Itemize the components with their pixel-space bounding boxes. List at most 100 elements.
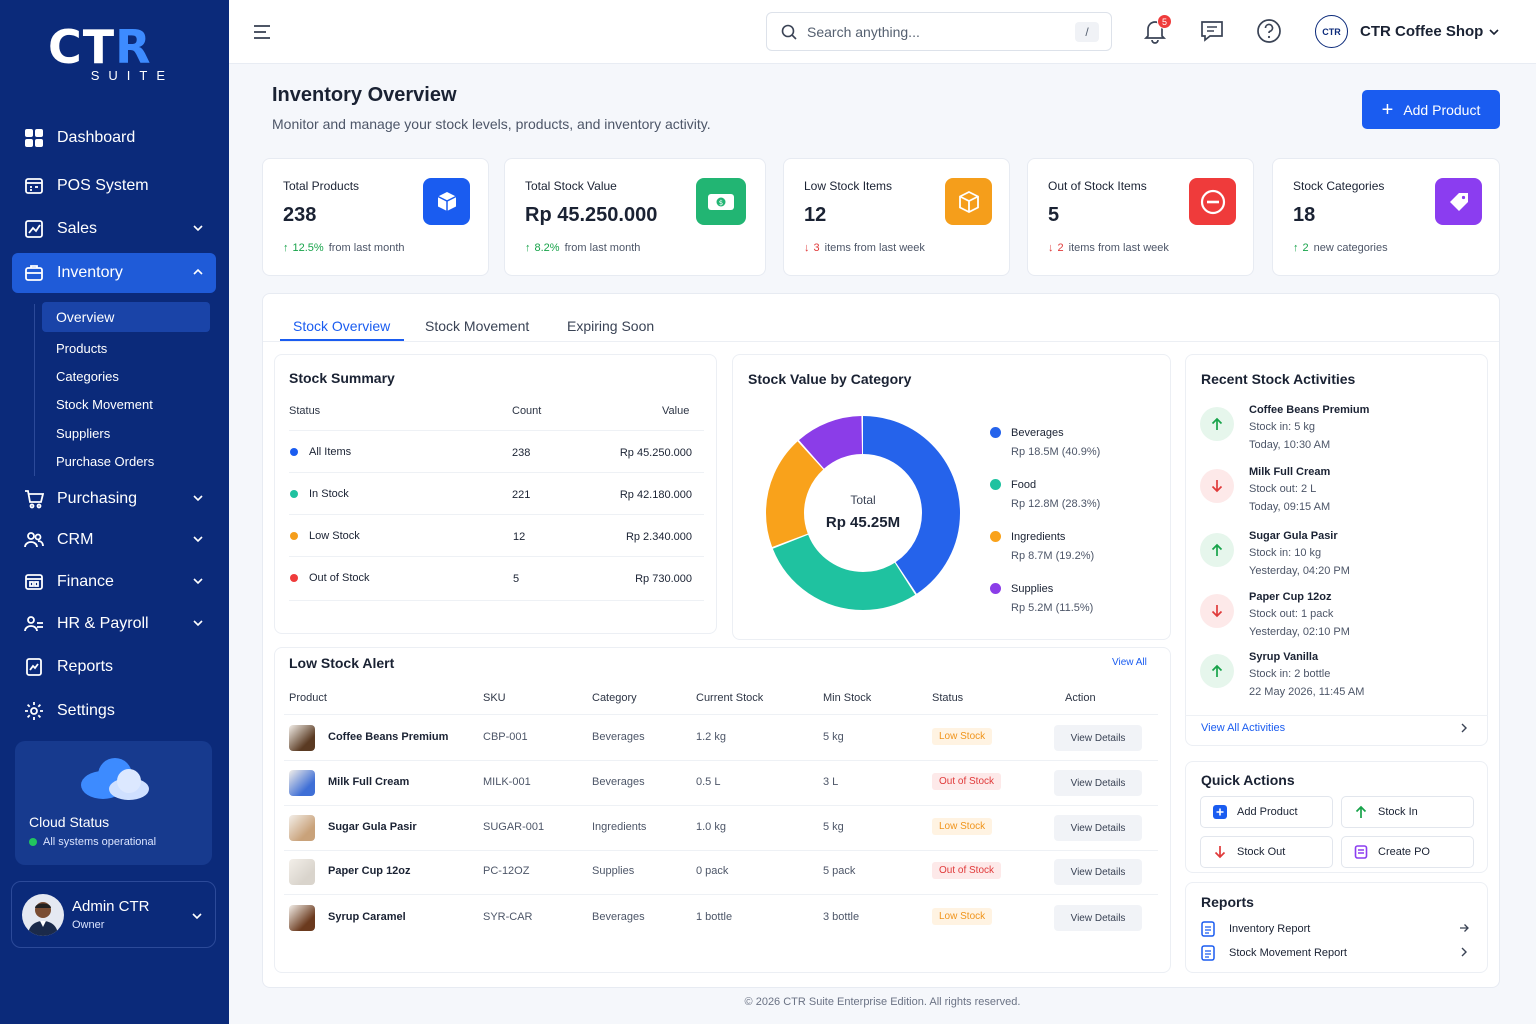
tab-expiring-soon[interactable]: Expiring Soon (567, 318, 654, 334)
chevron-right-icon[interactable] (1459, 947, 1469, 957)
hr-icon (24, 614, 44, 634)
footer-copyright: © 2026 CTR Suite Enterprise Edition. All… (744, 996, 1021, 1008)
arrow-down-icon: ↓ (1048, 242, 1054, 254)
cell-sku: CBP-001 (483, 731, 528, 743)
sales-icon (24, 219, 44, 239)
svg-text:$: $ (719, 199, 723, 207)
view-details-button[interactable]: View Details (1054, 815, 1142, 841)
sidebar-item-hr-payroll[interactable]: HR & Payroll (12, 604, 216, 644)
users-icon (24, 530, 44, 550)
sidebar-item-sales[interactable]: Sales (12, 209, 216, 249)
stat-value: 18 (1293, 204, 1316, 226)
tab-stock-movement[interactable]: Stock Movement (425, 318, 529, 334)
summary-value: Rp 45.250.000 (619, 447, 692, 459)
menu-icon[interactable] (253, 24, 271, 40)
view-details-button[interactable]: View Details (1054, 725, 1142, 751)
sidebar-item-pos-system[interactable]: POS System (12, 166, 216, 206)
help-icon[interactable] (1256, 18, 1282, 44)
user-profile[interactable]: Admin CTR Owner (11, 881, 216, 948)
arrow-right-icon[interactable] (1459, 923, 1469, 933)
low-stock-title: Low Stock Alert (289, 655, 395, 671)
shop-name[interactable]: CTR Coffee Shop (1360, 23, 1483, 40)
stock-summary-title: Stock Summary (289, 370, 395, 386)
logo-accent: R (115, 20, 152, 74)
tab-active-indicator (280, 339, 404, 341)
chevron-down-icon[interactable] (1488, 26, 1500, 38)
sidebar-item-reports[interactable]: Reports (12, 647, 216, 687)
col-header-status: Status (289, 405, 321, 417)
row-divider (289, 430, 704, 431)
stat-trend: ↑ 8.2% from last month (525, 242, 640, 254)
submenu-line (34, 304, 35, 476)
page-subtitle: Monitor and manage your stock levels, pr… (272, 116, 711, 132)
chevron-right-icon[interactable] (1459, 723, 1469, 733)
sidebar-subitem-products[interactable]: Products (42, 333, 210, 363)
sidebar-item-finance[interactable]: Finance (12, 562, 216, 602)
activity-detail: Stock out: 2 L (1249, 483, 1317, 495)
col-header-category: Category (592, 692, 637, 704)
sidebar-subitem-stock-movement[interactable]: Stock Movement (42, 389, 210, 419)
status-badge: Out of Stock (932, 773, 1002, 790)
view-details-button[interactable]: View Details (1054, 905, 1142, 931)
stat-value: 5 (1048, 204, 1060, 226)
stat-label: Out of Stock Items (1048, 179, 1147, 193)
sidebar-item-label: HR & Payroll (57, 615, 149, 632)
quick-create-po-button[interactable]: Create PO (1341, 836, 1474, 868)
sidebar-item-purchasing[interactable]: Purchasing (12, 479, 216, 519)
product-thumbnail (289, 725, 315, 751)
stat-value: 238 (283, 204, 317, 226)
arrow-down-icon (1200, 594, 1234, 628)
view-details-button[interactable]: View Details (1054, 859, 1142, 885)
cell-product: Sugar Gula Pasir (328, 821, 417, 833)
product-thumbnail (289, 859, 315, 885)
activity-name: Sugar Gula Pasir (1249, 530, 1338, 542)
report-link-inventory[interactable]: Inventory Report (1201, 921, 1310, 937)
sidebar-item-inventory[interactable]: Inventory (12, 253, 216, 293)
sidebar-item-settings[interactable]: Settings (12, 691, 216, 731)
stat-change: 12.5% (292, 242, 324, 254)
quick-add-product-button[interactable]: Add Product (1200, 796, 1333, 828)
add-product-button[interactable]: + Add Product (1362, 90, 1500, 129)
tab-stock-overview[interactable]: Stock Overview (293, 318, 390, 334)
status-dot (29, 838, 37, 846)
report-link-stock-movement[interactable]: Stock Movement Report (1201, 945, 1347, 961)
stat-label: Total Products (283, 179, 360, 193)
arrow-up-icon: ↑ (525, 242, 531, 254)
activity-detail: Stock in: 10 kg (1249, 547, 1322, 559)
summary-status: Out of Stock (309, 572, 370, 584)
stat-change-text: from last month (328, 242, 405, 254)
quick-stock-in-button[interactable]: Stock In (1341, 796, 1474, 828)
sidebar-item-label: Inventory (57, 264, 123, 281)
view-all-low-stock-link[interactable]: View All (1112, 657, 1147, 668)
arrow-up-icon (1200, 533, 1234, 567)
view-all-activities-link[interactable]: View All Activities (1201, 722, 1285, 734)
cell-min: 3 bottle (823, 911, 860, 923)
finance-icon (24, 572, 44, 592)
stat-trend: ↑ 12.5% from last month (283, 242, 405, 254)
chevron-down-icon (192, 913, 202, 920)
stat-change: 3 (813, 242, 820, 254)
inventory-icon (24, 263, 44, 283)
brand-logo[interactable]: CTR SUITE (48, 24, 174, 84)
sidebar-subitem-purchase-orders[interactable]: Purchase Orders (42, 446, 210, 476)
sidebar-item-label: POS System (57, 177, 149, 194)
sidebar-subitem-suppliers[interactable]: Suppliers (42, 418, 210, 448)
sidebar-subitem-categories[interactable]: Categories (42, 361, 210, 391)
sidebar-subitem-overview[interactable]: Overview (42, 302, 210, 332)
view-details-button[interactable]: View Details (1054, 770, 1142, 796)
quick-stock-out-button[interactable]: Stock Out (1200, 836, 1333, 868)
cloud-icon (81, 758, 149, 800)
sidebar-item-dashboard[interactable]: Dashboard (12, 118, 216, 158)
cell-current: 0.5 L (696, 776, 721, 788)
reports-title: Reports (1201, 894, 1254, 910)
activity-name: Coffee Beans Premium (1249, 404, 1370, 416)
search-input[interactable]: Search anything... / (766, 12, 1112, 51)
message-icon[interactable] (1199, 18, 1225, 44)
sidebar-item-label: Finance (57, 573, 114, 590)
user-name: Admin CTR (72, 898, 150, 915)
sidebar-item-crm[interactable]: CRM (12, 520, 216, 560)
shop-logo[interactable]: CTR (1315, 15, 1348, 48)
activity-name: Paper Cup 12oz (1249, 591, 1332, 603)
stat-change-text: items from last week (1068, 242, 1169, 254)
col-header-action: Action (1065, 692, 1096, 704)
